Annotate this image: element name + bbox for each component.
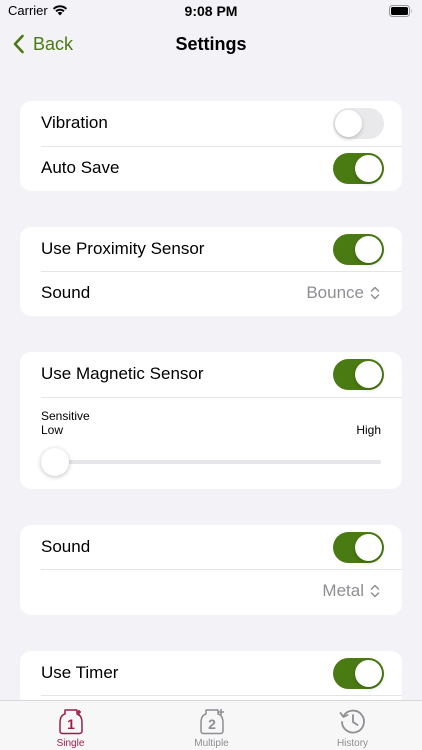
toggle-knob <box>355 534 382 561</box>
tab-history[interactable]: History <box>282 701 422 750</box>
vibration-row: Vibration <box>20 101 402 146</box>
proximity-sound-label: Sound <box>41 283 91 302</box>
sensitivity-slider[interactable] <box>41 448 381 476</box>
sound-label: Sound <box>41 537 91 556</box>
auto-save-label: Auto Save <box>41 158 120 177</box>
use-magnetic-label: Use Magnetic Sensor <box>41 364 204 383</box>
tab-label-multiple: Multiple <box>194 738 229 749</box>
auto-save-row: Auto Save <box>20 146 402 191</box>
auto-save-toggle[interactable] <box>333 153 384 184</box>
use-proximity-label: Use Proximity Sensor <box>41 239 205 258</box>
toggle-knob <box>335 110 362 137</box>
toggle-knob <box>355 361 382 388</box>
row-divider <box>41 695 402 696</box>
slider-high-label: High <box>356 423 381 437</box>
magnetic-settings-card: Use Magnetic Sensor Sensitive Low High <box>20 352 402 489</box>
svg-text:1: 1 <box>67 716 75 732</box>
single-counter-icon: 1 <box>59 709 83 735</box>
use-magnetic-toggle[interactable] <box>333 359 384 390</box>
use-timer-row: Use Timer <box>20 651 402 696</box>
proximity-sound-row: Sound Bounce <box>20 271 402 316</box>
tab-single[interactable]: 1 Single <box>0 701 141 750</box>
vibration-label: Vibration <box>41 113 108 132</box>
toggle-knob <box>355 155 382 182</box>
svg-text:2: 2 <box>208 716 216 732</box>
sound-row: Sound <box>20 525 402 570</box>
chevron-up-down-icon <box>370 286 380 300</box>
sensitive-label: Sensitive <box>41 409 90 423</box>
tab-bar: 1 Single 2 Multiple History <box>0 700 422 750</box>
use-timer-label: Use Timer <box>41 663 119 682</box>
sound-picker-value: Metal <box>322 581 364 600</box>
toggle-knob <box>355 236 382 263</box>
clock: 9:08 PM <box>184 3 238 19</box>
multiple-counter-icon: 2 <box>200 709 224 735</box>
proximity-sound-picker[interactable]: Bounce <box>306 283 380 303</box>
navigation-bar: Back Settings <box>0 22 422 66</box>
proximity-settings-card: Use Proximity Sensor Sound Bounce <box>20 227 402 316</box>
general-settings-card: Vibration Auto Save <box>20 101 402 191</box>
slider-low-label: Low <box>41 423 64 437</box>
tab-multiple[interactable]: 2 Multiple <box>141 701 282 750</box>
tab-label-single: Single <box>56 738 85 749</box>
use-proximity-row: Use Proximity Sensor <box>20 227 402 272</box>
sound-toggle[interactable] <box>333 532 384 563</box>
page-title: Settings <box>175 34 247 54</box>
tab-label-history: History <box>336 738 369 749</box>
use-timer-toggle[interactable] <box>333 658 384 689</box>
use-proximity-toggle[interactable] <box>333 234 384 265</box>
proximity-sound-value: Bounce <box>306 283 364 302</box>
sound-picker[interactable]: Metal <box>322 581 380 601</box>
history-icon <box>339 709 365 734</box>
slider-thumb[interactable] <box>41 448 69 476</box>
battery-icon <box>389 5 412 17</box>
sound-picker-row: Metal <box>20 569 402 614</box>
toggle-knob <box>355 660 382 687</box>
sound-settings-card: Sound Metal <box>20 525 402 615</box>
vibration-toggle[interactable] <box>333 108 384 139</box>
use-magnetic-row: Use Magnetic Sensor <box>20 352 402 397</box>
settings-screen: Carrier 9:08 PM Back Settings Vibration <box>0 0 422 750</box>
chevron-up-down-icon <box>370 584 380 598</box>
status-bar: Carrier 9:08 PM <box>0 0 422 22</box>
row-divider <box>41 397 402 398</box>
